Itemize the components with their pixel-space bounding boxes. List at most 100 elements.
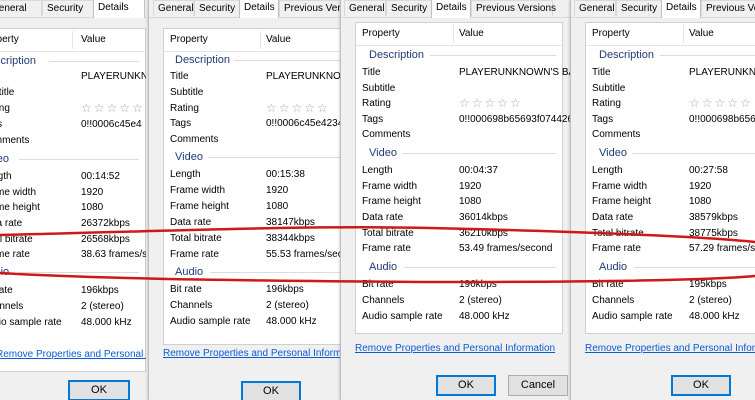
row-comments[interactable]: Comments (356, 127, 562, 142)
remove-properties-link[interactable]: Remove Properties and Personal Informati… (355, 343, 555, 354)
section-label: Audio (599, 261, 628, 273)
row-title[interactable]: TitlePLAYERUNKNO (586, 65, 755, 80)
tab-general[interactable]: General (0, 0, 42, 16)
property-name: Frame height (0, 202, 40, 213)
property-name: Title (362, 67, 381, 78)
tab-previous-versions[interactable]: Previous Versions (471, 0, 556, 16)
tab-security[interactable]: Security (42, 0, 94, 16)
row-audio-sample-rate[interactable]: Audio sample rate 48.000 kHz (356, 309, 562, 324)
property-column-header[interactable]: Property (170, 29, 208, 51)
row-length[interactable]: Length 00:04:37 (356, 163, 562, 178)
row-data-rate[interactable]: Data rate 38147kbps (164, 215, 349, 230)
row-subtitle[interactable]: Subtitle (0, 85, 145, 100)
row-bit-rate[interactable]: Bit rate 196kbps (0, 283, 145, 298)
row-frame-rate[interactable]: Frame rate 38.63 frames/s (0, 247, 146, 262)
property-column-header[interactable]: Property (592, 23, 630, 45)
row-tags[interactable]: Tags 0!!0006c45e4 (0, 117, 145, 132)
row-length[interactable]: Length 00:27:58 (586, 163, 755, 178)
row-title[interactable]: Title PLAYERUNKNOWN'S BA (356, 65, 573, 80)
tab-security[interactable]: Security (386, 0, 432, 16)
row-audio-sample-rate[interactable]: Audio sample rate 48.000 kHz (0, 315, 145, 330)
row-frame-width[interactable]: Frame width 1920 (164, 183, 349, 198)
row-frame-height[interactable]: Frame height 1080 (586, 194, 755, 209)
row-rating[interactable]: Rating ☆☆☆☆☆ (586, 96, 755, 111)
tab-security[interactable]: Security (616, 0, 662, 16)
row-frame-height[interactable]: Frame height 1080 (164, 199, 349, 214)
row-rating[interactable]: Rating ☆☆☆☆☆ (164, 101, 349, 116)
row-rating[interactable]: Rating ☆☆☆☆☆ (0, 101, 145, 116)
row-title[interactable]: Title PLAYERUNKNOWN (164, 69, 349, 84)
row-data-rate[interactable]: Data rate 38579kbps (586, 210, 755, 225)
property-name: Tags (592, 114, 614, 125)
row-comments[interactable]: Comments (586, 127, 755, 142)
row-bit-rate[interactable]: Bit rate 196kbps (164, 282, 349, 297)
remove-properties-link[interactable]: Remove Properties and Personal Informati… (163, 348, 349, 359)
row-subtitle[interactable]: Subtitle (356, 81, 562, 96)
row-title[interactable]: TitlePLAYERUNKNO (0, 69, 146, 84)
ok-button[interactable]: OK (671, 375, 731, 396)
tab-general[interactable]: General (574, 0, 616, 16)
value-column-header[interactable]: Value (459, 23, 484, 45)
tab-previous-versions[interactable]: Previous Versi (701, 0, 755, 16)
row-frame-width[interactable]: Frame width 1920 (586, 179, 755, 194)
ok-button[interactable]: OK (68, 380, 130, 400)
value-column-header[interactable]: Value (81, 29, 106, 51)
row-length[interactable]: Length 00:14:52 (0, 169, 145, 184)
property-value: 38344kbps (266, 233, 315, 244)
remove-properties-link[interactable]: Remove Properties and Personal Informati… (585, 343, 755, 354)
value-column-header[interactable]: Value (266, 29, 291, 51)
row-bit-rate[interactable]: Bit rate 195kbps (586, 277, 755, 292)
row-frame-rate[interactable]: Frame rate 53.49 frames/second (356, 241, 562, 256)
row-subtitle[interactable]: Subtitle (164, 85, 349, 100)
tab-details[interactable]: Details (661, 0, 701, 18)
row-channels[interactable]: Channels 2 (stereo) (356, 293, 562, 308)
row-frame-height[interactable]: Frame height 1080 (356, 194, 562, 209)
row-frame-rate[interactable]: Frame rate 55.53 frames/sec (164, 247, 349, 262)
property-name: Frame width (592, 181, 648, 192)
rating-stars-icon[interactable]: ☆☆☆☆☆ (459, 96, 523, 111)
tab-general[interactable]: General (344, 0, 386, 16)
remove-properties-link[interactable]: Remove Properties and Personal Informati… (0, 349, 146, 360)
row-bit-rate[interactable]: Bit rate 196kbps (356, 277, 562, 292)
property-name: Length (170, 169, 201, 180)
tab-details[interactable]: Details (93, 0, 145, 18)
row-tags[interactable]: Tags 0!!0006c45e4234 (164, 116, 349, 131)
row-subtitle[interactable]: Subtitle (586, 81, 755, 96)
row-channels[interactable]: Channels 2 (stereo) (586, 293, 755, 308)
row-tags[interactable]: Tags 0!!000698b65693f074426 (356, 112, 573, 127)
row-comments[interactable]: Comments (164, 132, 349, 147)
row-total-bitrate[interactable]: Total bitrate 36210kbps (356, 226, 562, 241)
row-data-rate[interactable]: Data rate 36014kbps (356, 210, 562, 225)
tab-details[interactable]: Details (239, 0, 279, 18)
property-column-header[interactable]: Property (0, 29, 19, 51)
row-total-bitrate[interactable]: Total bitrate 38344kbps (164, 231, 349, 246)
row-frame-width[interactable]: Frame width 1920 (356, 179, 562, 194)
row-rating[interactable]: Rating ☆☆☆☆☆ (356, 96, 562, 111)
row-frame-rate[interactable]: Frame rate 57.29 frames/se (586, 241, 755, 256)
property-column-header[interactable]: Property (362, 23, 400, 45)
row-frame-width[interactable]: Frame width 1920 (0, 185, 145, 200)
row-tags[interactable]: Tags 0!!000698b65693f07 (586, 112, 755, 127)
row-data-rate[interactable]: Data rate 26372kbps (0, 216, 145, 231)
rating-stars-icon[interactable]: ☆☆☆☆☆ (266, 101, 330, 116)
ok-button[interactable]: OK (241, 381, 301, 400)
row-audio-sample-rate[interactable]: Audio sample rate 48.000 kHz (586, 309, 755, 324)
row-frame-height[interactable]: Frame height 1080 (0, 200, 145, 215)
rating-stars-icon[interactable]: ☆☆☆☆☆ (689, 96, 753, 111)
tab-previous-versions[interactable]: Previous Versions (279, 0, 349, 16)
tab-security[interactable]: Security (194, 0, 240, 16)
row-length[interactable]: Length 00:15:38 (164, 167, 349, 182)
row-total-bitrate[interactable]: Total bitrate 38775kbps (586, 226, 755, 241)
cancel-button[interactable]: Cancel (508, 375, 568, 396)
rating-stars-icon[interactable]: ☆☆☆☆☆ (81, 101, 145, 116)
row-audio-sample-rate[interactable]: Audio sample rate 48.000 kHz (164, 314, 349, 329)
tab-details[interactable]: Details (431, 0, 471, 18)
value-column-header[interactable]: Value (689, 23, 714, 45)
row-channels[interactable]: Channels 2 (stereo) (164, 298, 349, 313)
row-comments[interactable]: Comments (0, 133, 145, 148)
tab-general[interactable]: General (153, 0, 194, 16)
row-channels[interactable]: Channels 2 (stereo) (0, 299, 145, 314)
property-name: Frame rate (592, 243, 641, 254)
row-total-bitrate[interactable]: Total bitrate 26568kbps (0, 232, 145, 247)
ok-button[interactable]: OK (436, 375, 496, 396)
